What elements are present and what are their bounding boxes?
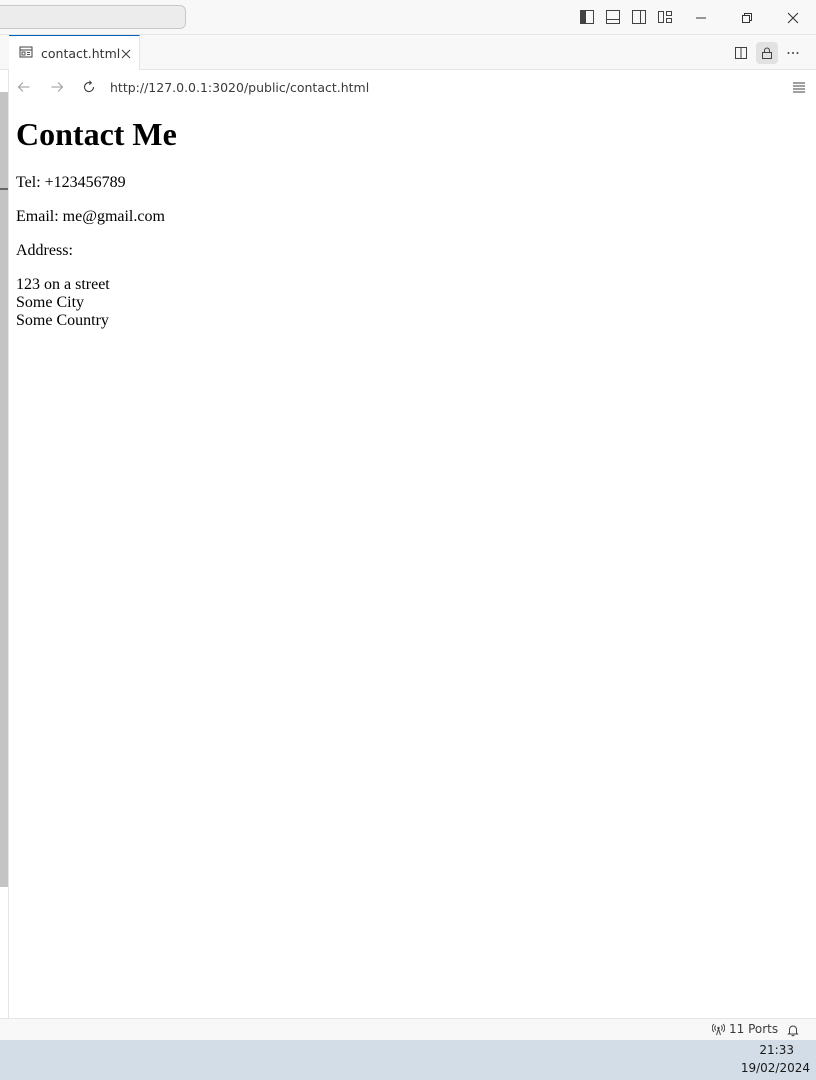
page-content: Contact Me Tel: +123456789 Email: me@gma… [16,115,806,330]
minimize-button[interactable] [678,0,724,35]
back-arrow-icon[interactable] [15,78,33,96]
tel-text: Tel: +123456789 [16,174,126,191]
close-icon [787,12,799,23]
address-bar: http://127.0.0.1:3020/public/contact.htm… [9,70,816,106]
restore-icon [742,12,752,23]
title-bar [0,0,816,35]
command-center-search[interactable] [0,5,186,29]
minimize-icon [696,17,706,18]
clock-date[interactable]: 19/02/2024 [741,1061,810,1075]
ports-status-item[interactable]: 11 Ports [712,1022,778,1036]
preview-icon [19,44,33,63]
more-actions-icon[interactable] [782,42,804,64]
close-window-button[interactable] [770,0,816,35]
page-title: Contact Me [16,116,177,152]
forward-arrow-icon[interactable] [48,78,66,96]
split-editor-icon[interactable] [730,42,752,64]
tab-label: contact.html [41,45,121,61]
toggle-secondary-sidebar-icon[interactable] [631,9,647,25]
email-text: Email: me@gmail.com [16,208,165,225]
side-scrollbar-thumb[interactable] [0,92,8,887]
address-block: 123 on a street Some City Some Country [16,276,806,330]
reload-icon[interactable] [80,78,98,96]
ports-label: 11 Ports [729,1022,779,1036]
menu-lines-icon[interactable] [790,78,808,96]
toggle-panel-icon[interactable] [605,9,621,25]
status-bar: 11 Ports [0,1018,816,1040]
url-input[interactable]: http://127.0.0.1:3020/public/contact.htm… [110,80,369,95]
tab-contact-html[interactable]: contact.html [9,35,140,70]
side-divider-line [0,188,8,190]
address-line-city: Some City [16,294,85,311]
restore-button[interactable] [724,0,770,35]
address-line-country: Some Country [16,312,109,329]
os-taskbar: 21:33 19/02/2024 [0,1040,816,1080]
close-tab-icon[interactable] [119,46,133,60]
clock-time[interactable]: 21:33 [759,1043,794,1057]
notifications-bell-icon[interactable] [786,1022,802,1038]
broadcast-icon [712,1023,725,1036]
editor-tab-bar: contact.html [0,35,816,70]
address-label: Address: [16,242,73,259]
customize-layout-icon[interactable] [657,9,673,25]
address-line-street: 123 on a street [16,276,110,293]
toggle-primary-sidebar-icon[interactable] [579,9,595,25]
lock-editor-group-icon[interactable] [756,42,778,64]
